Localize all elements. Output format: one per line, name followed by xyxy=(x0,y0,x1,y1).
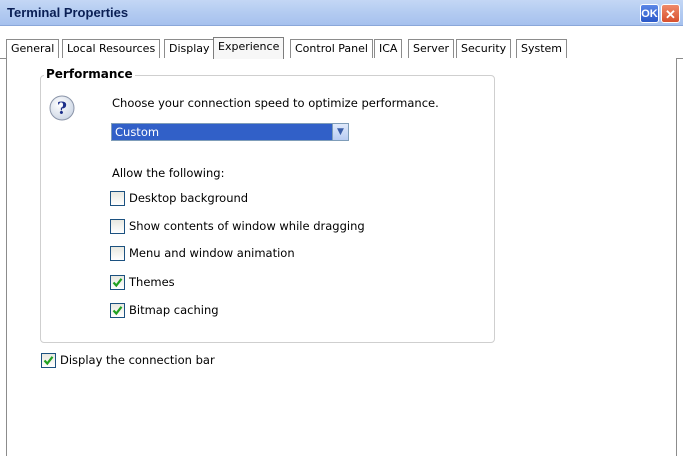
tab-experience[interactable]: Experience xyxy=(213,37,285,59)
title-bar: Terminal Properties OK ✕ xyxy=(0,0,683,26)
close-button[interactable]: ✕ xyxy=(661,4,680,23)
checkbox[interactable] xyxy=(110,275,125,290)
connection-speed-value: Custom xyxy=(115,125,160,139)
chevron-down-icon[interactable]: ▼ xyxy=(332,124,348,140)
checkbox[interactable] xyxy=(110,219,125,234)
tab-server[interactable]: Server xyxy=(408,39,455,58)
tab-ica[interactable]: ICA xyxy=(374,39,403,58)
performance-prompt: Choose your connection speed to optimize… xyxy=(112,96,439,110)
tab-system[interactable]: System xyxy=(516,39,568,58)
tab-security[interactable]: Security xyxy=(456,39,512,58)
performance-group-title: Performance xyxy=(44,67,135,81)
tab-strip: General Local Resources Display Experien… xyxy=(0,26,683,59)
tab-control-panel[interactable]: Control Panel xyxy=(290,39,373,58)
option-label: Menu and window animation xyxy=(129,246,295,260)
svg-text:?: ? xyxy=(57,99,67,119)
option-label: Themes xyxy=(129,275,175,289)
ok-button[interactable]: OK xyxy=(640,4,659,23)
checkmark-icon xyxy=(112,278,123,288)
checkbox[interactable] xyxy=(41,353,56,368)
help-question-icon: ? xyxy=(49,95,75,121)
tab-general[interactable]: General xyxy=(6,39,60,58)
option-label: Desktop background xyxy=(129,191,249,205)
tab-local-resources[interactable]: Local Resources xyxy=(62,39,161,58)
performance-group xyxy=(40,75,495,343)
allow-following-label: Allow the following: xyxy=(112,166,225,180)
option-label: Bitmap caching xyxy=(129,303,219,317)
window-title: Terminal Properties xyxy=(7,5,129,20)
checkbox[interactable] xyxy=(110,191,125,206)
checkmark-icon xyxy=(112,306,123,316)
checkbox[interactable] xyxy=(110,303,125,318)
option-label: Display the connection bar xyxy=(60,353,215,367)
option-label: Show contents of window while dragging xyxy=(129,219,365,233)
checkbox[interactable] xyxy=(110,246,125,261)
tab-display[interactable]: Display xyxy=(164,39,215,58)
connection-speed-select[interactable]: Custom ▼ xyxy=(111,123,349,141)
checkmark-icon xyxy=(43,356,54,366)
